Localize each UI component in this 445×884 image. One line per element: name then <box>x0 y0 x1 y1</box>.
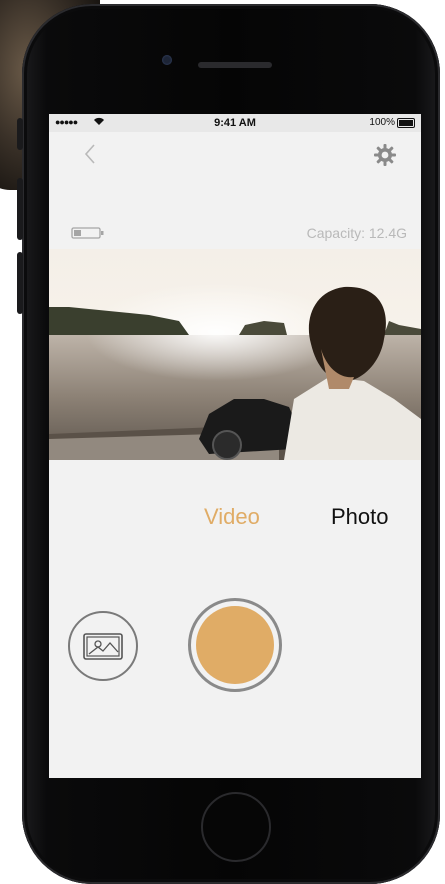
volume-up-button <box>17 178 23 240</box>
gallery-button[interactable] <box>68 611 138 681</box>
mode-photo-tab[interactable]: Photo <box>331 504 389 530</box>
status-time: 9:41 AM <box>214 117 256 129</box>
battery-icon <box>397 118 415 128</box>
record-button[interactable] <box>188 598 282 692</box>
gallery-icon <box>83 633 123 660</box>
battery-low-icon <box>71 226 105 240</box>
mode-video-tab[interactable]: Video <box>204 504 260 530</box>
app-screen: ●●●●● 9:41 AM 100% Capacity: 12.4G Video… <box>49 114 421 778</box>
gear-icon[interactable] <box>373 143 397 167</box>
status-bar: ●●●●● 9:41 AM 100% <box>49 114 421 132</box>
capture-mode-selector: Video Photo <box>49 504 421 534</box>
volume-down-button <box>17 252 23 314</box>
mute-switch <box>17 118 23 150</box>
earpiece-speaker <box>198 62 272 68</box>
chevron-left-icon[interactable] <box>79 142 103 166</box>
record-button-fill <box>196 606 274 684</box>
home-button[interactable] <box>201 792 271 862</box>
capacity-label: Capacity: 12.4G <box>306 225 407 241</box>
front-camera <box>162 55 172 65</box>
battery-percentage: 100% <box>369 117 395 128</box>
camera-preview <box>49 249 421 460</box>
